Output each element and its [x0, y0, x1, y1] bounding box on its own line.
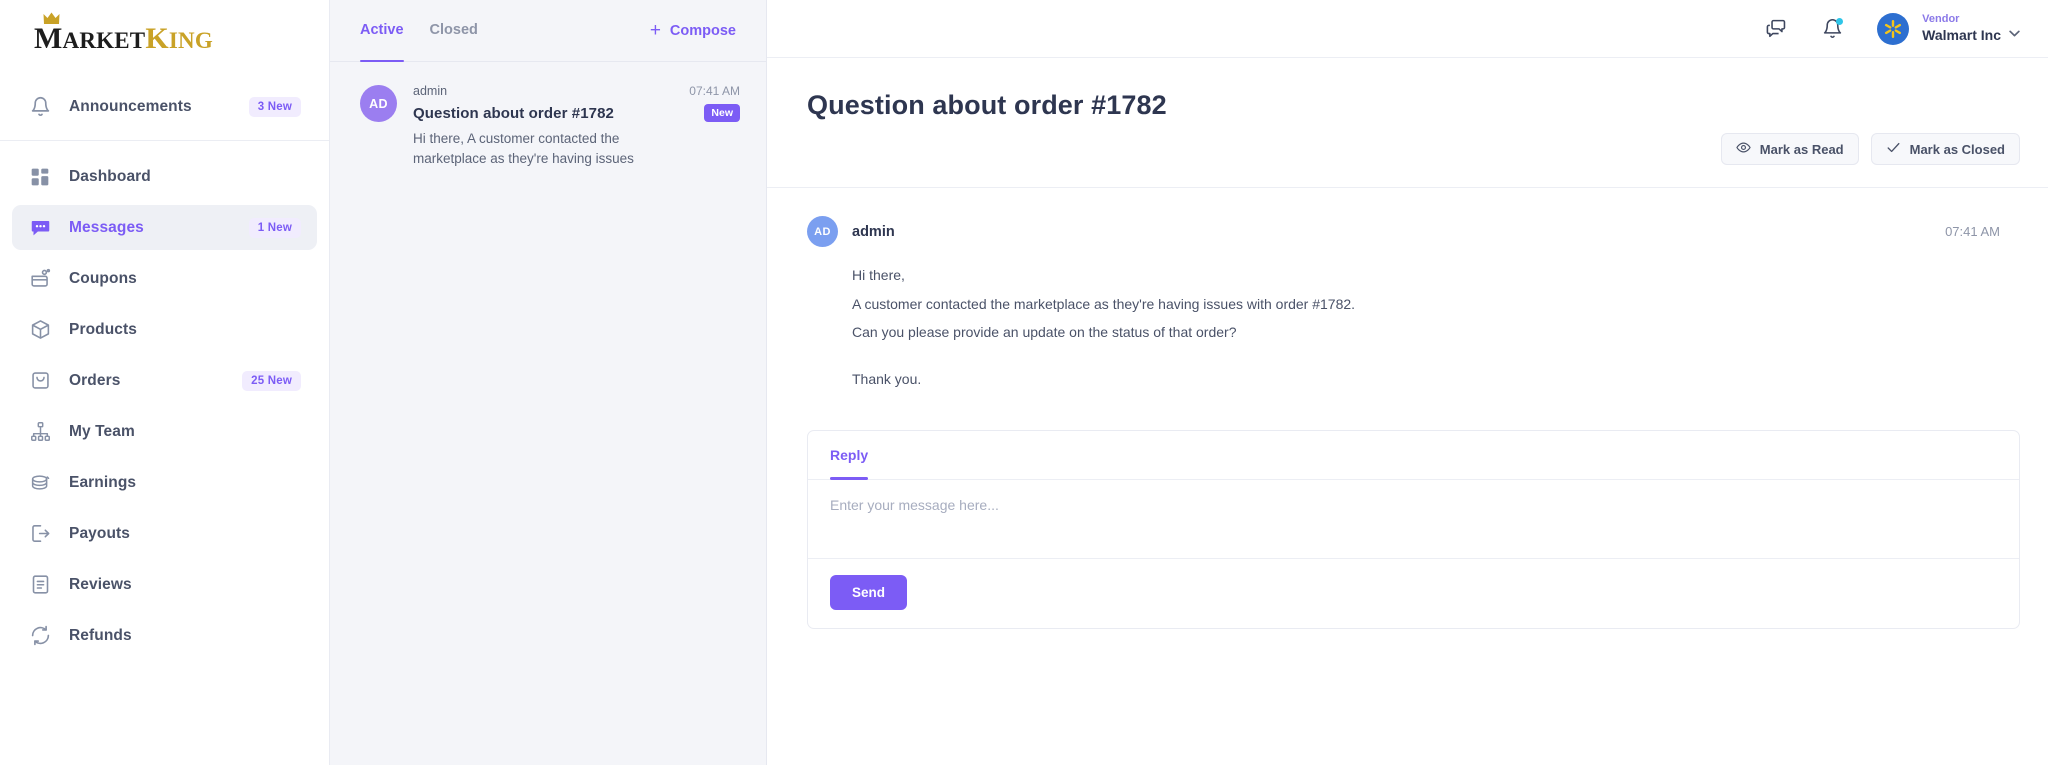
message-time: 07:41 AM	[1945, 224, 2000, 239]
sidebar-divider	[0, 140, 329, 141]
sidebar-item-label: Dashboard	[69, 167, 151, 185]
tab-reply[interactable]: Reply	[830, 431, 869, 480]
sidebar-item-my-team[interactable]: My Team	[12, 409, 317, 454]
message-line: Hi there,	[852, 267, 905, 283]
sidebar-item-label: Refunds	[69, 626, 132, 644]
sidebar-item-badge: 25 New	[242, 370, 301, 391]
sidebar-item-badge: 3 New	[248, 96, 301, 117]
tab-active[interactable]: Active	[360, 0, 404, 62]
vendor-role-label: Vendor	[1922, 12, 1960, 25]
box-icon	[28, 318, 52, 342]
sidebar-item-messages[interactable]: Messages 1 New	[12, 205, 317, 250]
thread-sender: admin	[413, 84, 448, 98]
mark-as-read-button[interactable]: Mark as Read	[1720, 133, 1859, 165]
brand-name: MARKETKING	[34, 22, 213, 55]
sidebar-item-dashboard[interactable]: Dashboard	[12, 154, 317, 199]
avatar: AD	[807, 216, 838, 247]
top-bar: Vendor Walmart Inc	[767, 0, 2048, 58]
reply-footer: Send	[808, 559, 2019, 628]
message-line: A customer contacted the marketplace as …	[852, 295, 1356, 312]
sidebar-item-announcements[interactable]: Announcements 3 New	[12, 84, 317, 129]
thread-snippet: Hi there, A customer contacted the marke…	[413, 131, 634, 166]
sidebar-item-products[interactable]: Products	[12, 307, 317, 352]
bag-icon	[28, 369, 52, 393]
sidebar-item-label: Earnings	[69, 473, 137, 491]
main-content: Vendor Walmart Inc Question about order …	[767, 0, 2048, 765]
team-icon	[28, 420, 52, 444]
list-item[interactable]: AD admin 07:41 AM Question about order #…	[330, 62, 766, 188]
sidebar-item-label: Products	[69, 320, 137, 338]
brand-logo[interactable]: MARKETKING	[0, 0, 329, 78]
coins-icon	[28, 471, 52, 495]
message-line: Can you please provide an update on the …	[852, 324, 1237, 341]
thread-subject: Question about order #1782	[413, 104, 614, 122]
sidebar-item-payouts[interactable]: Payouts	[12, 511, 317, 556]
payout-icon	[28, 522, 52, 546]
message-spacer	[852, 347, 2008, 365]
vendor-name: Walmart Inc	[1922, 26, 2001, 43]
page-header: Question about order #1782	[767, 58, 2048, 121]
refund-icon	[28, 624, 52, 648]
sidebar-item-label: Payouts	[69, 524, 130, 542]
sidebar-item-earnings[interactable]: Earnings	[12, 460, 317, 505]
sidebar-item-reviews[interactable]: Reviews	[12, 562, 317, 607]
sidebar-item-orders[interactable]: Orders 25 New	[12, 358, 317, 403]
sidebar-item-label: Announcements	[69, 97, 192, 115]
action-toolbar: Mark as Read Mark as Closed	[767, 121, 2048, 165]
sidebar-item-label: Messages	[69, 218, 144, 236]
coupon-icon	[28, 267, 52, 291]
message-list-panel: Active Closed + Compose AD admin 07:41 A…	[330, 0, 767, 765]
sidebar-item-badge: 1 New	[248, 217, 301, 238]
notification-dot	[1836, 17, 1844, 25]
sidebar-item-label: Orders	[69, 371, 121, 389]
reply-tabs: Reply	[808, 431, 2019, 480]
tab-closed[interactable]: Closed	[430, 0, 478, 61]
avatar: AD	[360, 85, 397, 122]
compose-label: Compose	[669, 22, 736, 39]
message-thread: AD admin 07:41 AM Hi there, A customer c…	[767, 188, 2048, 394]
reply-input[interactable]: Enter your message here...	[808, 480, 2019, 559]
message-line: Thank you.	[852, 371, 922, 388]
mark-as-read-label: Mark as Read	[1759, 141, 1844, 157]
sidebar: MARKETKING Announcements 3 New Dashboard	[0, 0, 330, 765]
status-badge: New	[704, 104, 740, 122]
sidebar-item-label: My Team	[69, 422, 135, 440]
sidebar-item-coupons[interactable]: Coupons	[12, 256, 317, 301]
bell-icon	[28, 95, 52, 119]
sidebar-nav: Announcements 3 New Dashboard Messages 1…	[0, 78, 329, 661]
grid-icon	[28, 165, 52, 189]
message-header: AD admin 07:41 AM	[807, 216, 2008, 247]
vendor-menu[interactable]: Vendor Walmart Inc	[1922, 13, 2020, 44]
sidebar-item-refunds[interactable]: Refunds	[12, 613, 317, 658]
message-author: admin	[852, 223, 895, 240]
sidebar-item-label: Reviews	[69, 575, 132, 593]
mark-as-closed-button[interactable]: Mark as Closed	[1870, 133, 2020, 165]
app-root: MARKETKING Announcements 3 New Dashboard	[0, 0, 2048, 765]
chat-bubbles-icon[interactable]	[1761, 14, 1791, 44]
send-button[interactable]: Send	[830, 574, 908, 610]
chat-icon	[28, 216, 52, 240]
message-list-tabs: Active Closed + Compose	[330, 0, 766, 62]
plus-icon: +	[649, 20, 661, 41]
mark-as-closed-label: Mark as Closed	[1909, 141, 2005, 157]
sidebar-item-label: Coupons	[69, 269, 137, 287]
review-icon	[28, 573, 52, 597]
page-title: Question about order #1782	[807, 90, 1167, 120]
thread-time: 07:41 AM	[689, 84, 740, 98]
compose-button[interactable]: + Compose	[650, 0, 736, 61]
chevron-down-icon	[2009, 29, 2020, 42]
reply-card: Reply Enter your message here... Send	[807, 429, 2020, 629]
check-icon	[1886, 140, 1901, 158]
bell-notification-icon[interactable]	[1817, 14, 1847, 44]
vendor-logo-icon[interactable]	[1877, 12, 1910, 45]
eye-icon	[1736, 140, 1751, 158]
crown-icon	[43, 11, 60, 28]
message-body: Hi there, A customer contacted the marke…	[852, 261, 2008, 394]
